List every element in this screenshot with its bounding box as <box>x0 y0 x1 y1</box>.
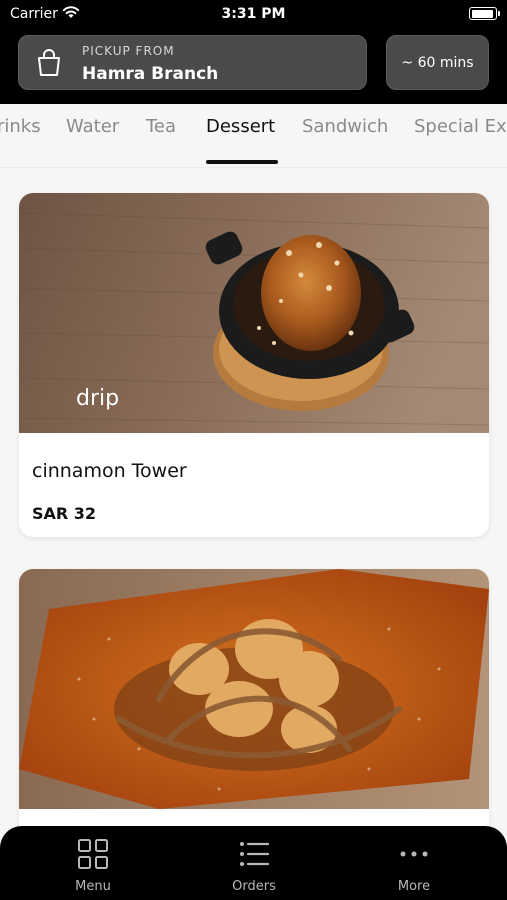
header: Carrier 3:31 PM PICKUP FROM Hamra Branch… <box>0 0 507 104</box>
nav-orders-label: Orders <box>232 879 276 894</box>
tab-tea[interactable]: Tea <box>146 116 176 137</box>
nav-more-label: More <box>397 879 431 894</box>
active-tab-indicator <box>206 160 278 164</box>
nav-orders[interactable]: Orders <box>194 826 314 900</box>
nav-menu-label: Menu <box>75 879 111 894</box>
item-name: cinnamon Tower <box>32 460 187 482</box>
category-tabs: rinks Water Tea Dessert Sandwich Special… <box>0 104 507 168</box>
item-photo-image: drip <box>19 193 489 433</box>
eta-text: ~ 60 mins <box>401 54 474 71</box>
bottom-tab-bar: Menu Orders More <box>0 826 507 900</box>
tab-drinks[interactable]: rinks <box>0 116 41 137</box>
tab-dessert[interactable]: Dessert <box>206 116 275 137</box>
menu-item-card[interactable]: drip cinnamon Tower SAR 32 <box>19 193 489 537</box>
item-photo <box>19 569 489 809</box>
tab-water[interactable]: Water <box>66 116 119 137</box>
pickup-label: PICKUP FROM <box>82 44 175 58</box>
grid-icon <box>78 839 108 869</box>
nav-menu[interactable]: Menu <box>33 826 153 900</box>
branch-name: Hamra Branch <box>82 64 219 84</box>
shopping-bag-icon <box>38 49 60 76</box>
clock: 3:31 PM <box>221 6 286 22</box>
menu-item-card[interactable] <box>19 569 489 839</box>
item-photo-image <box>19 569 489 809</box>
item-price: SAR 32 <box>32 504 97 523</box>
list-icon <box>240 842 269 866</box>
tab-sandwich[interactable]: Sandwich <box>302 116 388 137</box>
status-bar: Carrier 3:31 PM <box>0 0 507 30</box>
tab-special-extras[interactable]: Special Ext <box>414 116 507 137</box>
photo-logo-text: drip <box>76 386 119 411</box>
nav-more[interactable]: More <box>354 826 474 900</box>
item-photo: drip <box>19 193 489 433</box>
battery-icon <box>469 7 500 20</box>
pickup-branch-selector[interactable]: PICKUP FROM Hamra Branch <box>18 35 367 90</box>
eta-badge[interactable]: ~ 60 mins <box>386 35 489 90</box>
more-dots-icon <box>400 851 428 857</box>
